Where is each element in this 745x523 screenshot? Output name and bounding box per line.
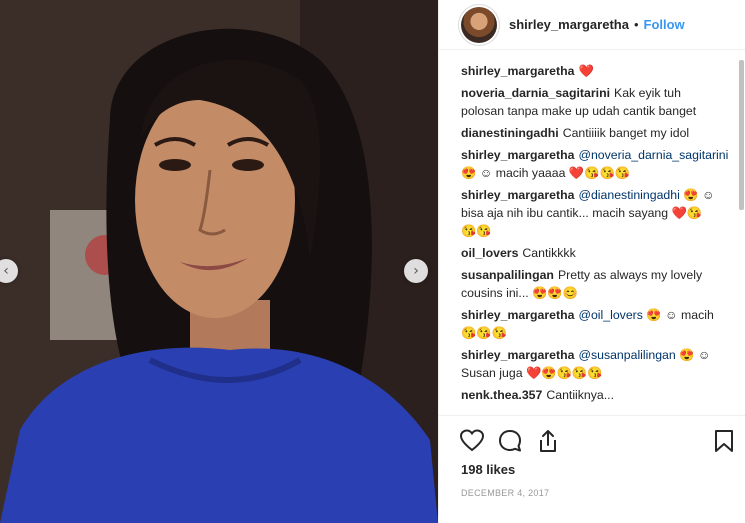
comment-mention[interactable]: @dianestiningadhi bbox=[578, 188, 679, 202]
comment: noveria_darnia_sagitarini Kak eyik tuh po… bbox=[461, 84, 717, 120]
comment-list: shirley_margaretha ❤️ noveria_darnia_sagi… bbox=[439, 62, 739, 414]
comment: nenk.thea.357 Cantiiknya... bbox=[461, 386, 717, 404]
scrollbar-thumb[interactable] bbox=[739, 60, 744, 210]
comments-scrollbar[interactable] bbox=[739, 52, 744, 414]
comment-icon bbox=[499, 430, 521, 452]
post-photo[interactable]: ‹ › bbox=[0, 0, 438, 523]
comment-username[interactable]: noveria_darnia_sagitarini bbox=[461, 86, 610, 100]
comment-username[interactable]: shirley_margaretha bbox=[461, 64, 574, 78]
comment: shirley_margaretha @dianestiningadhi 😍 ☺ … bbox=[461, 186, 717, 240]
comment-text: ❤️ bbox=[578, 64, 594, 78]
action-bar bbox=[439, 415, 745, 465]
comment-username[interactable]: susanpalilingan bbox=[461, 268, 554, 282]
likes-count[interactable]: 198 likes bbox=[461, 462, 515, 477]
comment-username[interactable]: shirley_margaretha bbox=[461, 188, 574, 202]
comment: shirley_margaretha @noveria_darnia_sagita… bbox=[461, 146, 728, 182]
comment-username[interactable]: shirley_margaretha bbox=[461, 148, 574, 162]
comment: dianestiningadhi Cantiiiik banget my idol bbox=[461, 124, 717, 142]
comment-mention[interactable]: @oil_lovers bbox=[578, 308, 642, 322]
post-username[interactable]: shirley_margaretha bbox=[509, 17, 629, 32]
comment: oil_lovers Cantikkkk bbox=[461, 244, 717, 262]
comment-username[interactable]: nenk.thea.357 bbox=[461, 388, 542, 402]
comment: shirley_margaretha @oil_lovers 😍 ☺ macih … bbox=[461, 306, 717, 342]
heart-icon bbox=[459, 429, 485, 452]
like-button[interactable] bbox=[459, 428, 485, 454]
comment-button[interactable] bbox=[497, 428, 523, 454]
avatar[interactable] bbox=[461, 6, 497, 43]
comment: shirley_margaretha ❤️ bbox=[461, 62, 717, 80]
portrait-image bbox=[0, 0, 438, 523]
share-button[interactable] bbox=[535, 428, 561, 454]
comment-username[interactable]: shirley_margaretha bbox=[461, 308, 574, 322]
comment: shirley_margaretha @susanpalilingan 😍 ☺ S… bbox=[461, 346, 717, 382]
save-button[interactable] bbox=[711, 428, 737, 454]
follow-button[interactable]: Follow bbox=[644, 17, 685, 32]
comment-text: Cantiiknya... bbox=[546, 388, 615, 402]
comment-text: 😍 ☺ macih yaaaa ❤️😘😘😘 bbox=[461, 166, 631, 180]
separator-dot: • bbox=[633, 17, 639, 32]
comment-username[interactable]: oil_lovers bbox=[461, 246, 518, 260]
chevron-right-icon: › bbox=[413, 263, 419, 279]
post-details-panel: shirley_margaretha • Follow shirley_marg… bbox=[438, 0, 745, 523]
share-icon bbox=[540, 430, 556, 452]
chevron-left-icon: ‹ bbox=[3, 263, 9, 279]
comment-text: Cantiiiik banget my idol bbox=[562, 126, 690, 140]
next-photo-button[interactable]: › bbox=[404, 259, 428, 283]
post-date[interactable]: DECEMBER 4, 2017 bbox=[461, 488, 549, 498]
comment-username[interactable]: dianestiningadhi bbox=[461, 126, 559, 140]
bookmark-icon bbox=[715, 430, 733, 452]
comment-mention[interactable]: @noveria_darnia_sagitarini bbox=[578, 148, 728, 162]
comment-text: Cantikkkk bbox=[522, 246, 576, 260]
comment-username[interactable]: shirley_margaretha bbox=[461, 348, 574, 362]
comment-mention[interactable]: @susanpalilingan bbox=[578, 348, 675, 362]
comment: susanpalilingan Pretty as always my lovel… bbox=[461, 266, 717, 302]
post-header: shirley_margaretha • Follow bbox=[439, 0, 745, 50]
